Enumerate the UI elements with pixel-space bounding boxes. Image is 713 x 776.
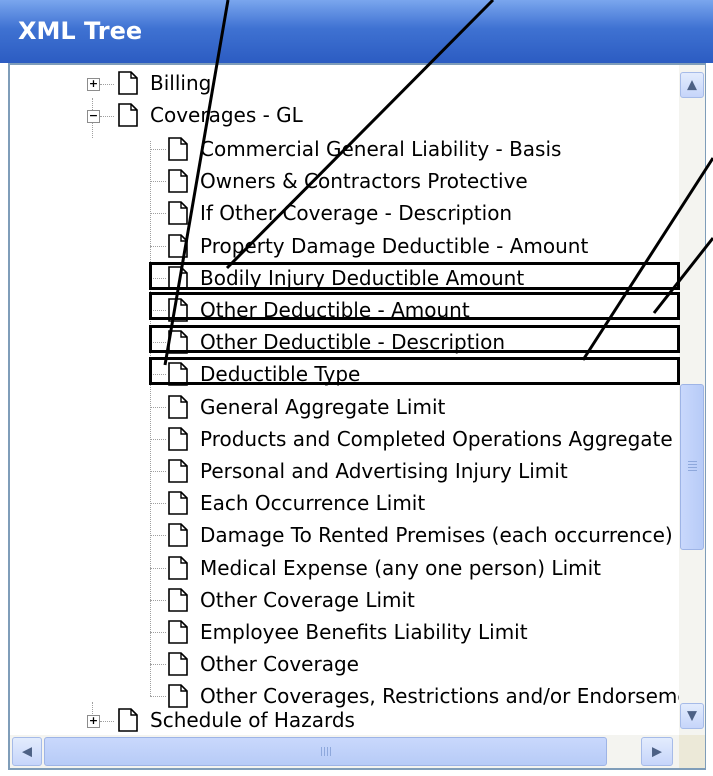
annotation-lines — [163, 0, 713, 366]
annotation-line — [652, 237, 713, 314]
xml-tree-panel: XML Tree + Billing − Coverages - GL Comm… — [0, 0, 713, 776]
annotation-line — [163, 0, 230, 366]
annotation-line — [581, 157, 713, 361]
annotation-line — [225, 0, 495, 270]
